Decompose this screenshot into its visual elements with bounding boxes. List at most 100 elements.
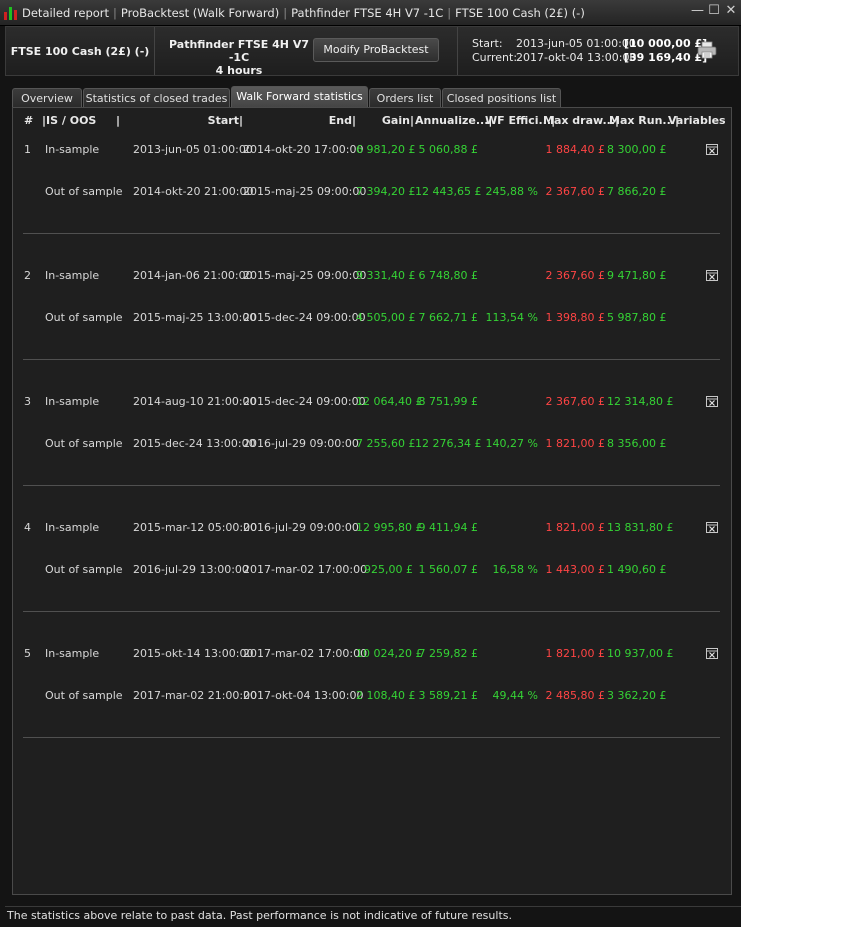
col-header-gain[interactable]: Gain|: [356, 114, 414, 127]
modify-probacktest-button[interactable]: Modify ProBacktest: [313, 38, 439, 62]
cell-gain: 925,00 £: [364, 563, 413, 576]
cell-start: 2015-okt-14 13:00:00: [133, 647, 254, 660]
cell-maxrunup: 5 987,80 £: [607, 311, 667, 324]
cell-annualized: 3 589,21 £: [418, 689, 478, 702]
cell-maxdd: 2 485,80 £: [545, 689, 605, 702]
cell-maxdd: 1 821,00 £: [545, 437, 605, 450]
out-of-sample-row[interactable]: Out of sample 2017-mar-02 21:00:00 2017-ok…: [13, 689, 731, 703]
start-capital: [10 000,00 £]: [624, 37, 708, 50]
instrument-name: FTSE 100 Cash (2£) (-): [6, 27, 155, 75]
timeframe: 4 hours: [215, 64, 263, 77]
sample-type: Out of sample: [45, 311, 123, 324]
cell-annualized: 1 560,07 £: [418, 563, 478, 576]
printer-icon[interactable]: [697, 41, 717, 59]
cell-annualized: 12 443,65 £: [415, 185, 482, 198]
variables-icon[interactable]: [706, 522, 718, 533]
tab-walk-forward-statistics[interactable]: Walk Forward statistics: [231, 86, 368, 108]
col-header-number[interactable]: #: [24, 114, 33, 127]
sample-type: In-sample: [45, 143, 100, 156]
cell-end: 2017-okt-04 13:00:00: [243, 689, 364, 702]
col-header-end[interactable]: End|: [243, 114, 356, 127]
cell-maxdd: 1 821,00 £: [545, 521, 605, 534]
col-header-isoos[interactable]: |IS / OOS: [42, 114, 96, 127]
sample-type: Out of sample: [45, 185, 123, 198]
cell-end: 2016-jul-29 09:00:00: [243, 437, 359, 450]
out-of-sample-row[interactable]: Out of sample 2015-dec-24 13:00:00 2016-ju…: [13, 437, 731, 451]
col-header-max-drawdown[interactable]: Max draw...|: [543, 114, 619, 127]
variables-icon[interactable]: [706, 270, 718, 281]
variables-icon[interactable]: [706, 144, 718, 155]
sample-type: Out of sample: [45, 689, 123, 702]
window-title: Detailed report | ProBacktest (Walk Forwar…: [22, 6, 585, 20]
cell-gain: 12 064,40 £: [356, 395, 423, 408]
tab-overview[interactable]: Overview: [12, 88, 82, 108]
variables-icon[interactable]: [706, 396, 718, 407]
start-label: Start:: [472, 37, 503, 50]
group-divider: [23, 485, 720, 486]
current-date: 2017-okt-04 13:00:00: [516, 51, 637, 64]
candlestick-icon: [3, 6, 19, 20]
cell-wfe: 140,27 %: [485, 437, 538, 450]
cell-gain: 12 995,80 £: [356, 521, 423, 534]
close-button[interactable]: ✕: [725, 4, 737, 18]
in-sample-row[interactable]: 1 In-sample 2013-jun-05 01:00:00 2014-okt-2…: [13, 143, 731, 157]
cell-maxrunup: 9 471,80 £: [607, 269, 667, 282]
cell-end: 2017-mar-02 17:00:00: [243, 563, 368, 576]
tab-closed-positions-list[interactable]: Closed positions list: [442, 88, 561, 108]
cell-start: 2017-mar-02 21:00:00: [133, 689, 258, 702]
capital-summary: Start: 2013-jun-05 01:00:00[10 000,00 £] …: [457, 27, 739, 75]
cell-gain: 2 108,40 £: [356, 689, 416, 702]
out-of-sample-row[interactable]: Out of sample 2014-okt-20 21:00:00 2015-ma…: [13, 185, 731, 199]
row-number: 2: [24, 269, 31, 282]
col-header-variables[interactable]: Variables: [668, 114, 726, 127]
cell-annualized: 6 748,80 £: [418, 269, 478, 282]
cell-maxrunup: 13 831,80 £: [607, 521, 674, 534]
variables-icon[interactable]: [706, 648, 718, 659]
in-sample-row[interactable]: 5 In-sample 2015-okt-14 13:00:00 2017-mar-0…: [13, 647, 731, 661]
group-divider: [23, 737, 720, 738]
cell-start: 2015-mar-12 05:00:00: [133, 521, 258, 534]
sample-type: Out of sample: [45, 437, 123, 450]
cell-wfe: 16,58 %: [492, 563, 538, 576]
row-number: 3: [24, 395, 31, 408]
cell-wfe: 245,88 %: [485, 185, 538, 198]
row-number: 4: [24, 521, 31, 534]
cell-start: 2014-jan-06 21:00:00: [133, 269, 253, 282]
cell-maxdd: 2 367,60 £: [545, 395, 605, 408]
title-bar[interactable]: Detailed report | ProBacktest (Walk Forwar…: [0, 0, 741, 26]
tab-statistics-closed-trades[interactable]: Statistics of closed trades: [83, 88, 230, 108]
title-part-system: Pathfinder FTSE 4H V7 -1C: [291, 6, 444, 20]
cell-maxdd: 2 367,60 £: [545, 185, 605, 198]
cell-start: 2014-aug-10 21:00:00: [133, 395, 257, 408]
tab-orders-list[interactable]: Orders list: [369, 88, 441, 108]
start-date: 2013-jun-05 01:00:00: [516, 37, 636, 50]
title-part-instrument: FTSE 100 Cash (2£) (-): [455, 6, 585, 20]
in-sample-row[interactable]: 4 In-sample 2015-mar-12 05:00:00 2016-jul-2…: [13, 521, 731, 535]
cell-end: 2014-okt-20 17:00:00: [243, 143, 364, 156]
in-sample-row[interactable]: 3 In-sample 2014-aug-10 21:00:00 2015-dec-2…: [13, 395, 731, 409]
report-header: FTSE 100 Cash (2£) (-) Pathfinder FTSE 4…: [5, 26, 739, 77]
cell-maxrunup: 10 937,00 £: [607, 647, 674, 660]
minimize-button[interactable]: —: [691, 4, 704, 18]
cell-gain: 4 505,00 £: [356, 311, 416, 324]
sample-type: In-sample: [45, 647, 100, 660]
cell-annualized: 5 060,88 £: [418, 143, 478, 156]
cell-start: 2015-dec-24 13:00:00: [133, 437, 256, 450]
out-of-sample-row[interactable]: Out of sample 2015-maj-25 13:00:00 2015-de…: [13, 311, 731, 325]
col-header-annualized[interactable]: Annualize...|: [415, 114, 492, 127]
sample-type: In-sample: [45, 521, 100, 534]
sample-type: In-sample: [45, 395, 100, 408]
maximize-button[interactable]: ☐: [708, 4, 720, 18]
col-header-start[interactable]: Start|: [133, 114, 243, 127]
group-divider: [23, 359, 720, 360]
sample-type: In-sample: [45, 269, 100, 282]
cell-wfe: 49,44 %: [492, 689, 538, 702]
group-divider: [23, 233, 720, 234]
cell-annualized: 7 259,82 £: [418, 647, 478, 660]
sample-type: Out of sample: [45, 563, 123, 576]
cell-gain: 7 255,60 £: [356, 437, 416, 450]
cell-end: 2017-mar-02 17:00:00: [243, 647, 368, 660]
row-number: 5: [24, 647, 31, 660]
in-sample-row[interactable]: 2 In-sample 2014-jan-06 21:00:00 2015-maj-2…: [13, 269, 731, 283]
out-of-sample-row[interactable]: Out of sample 2016-jul-29 13:00:00 2017-ma…: [13, 563, 731, 577]
